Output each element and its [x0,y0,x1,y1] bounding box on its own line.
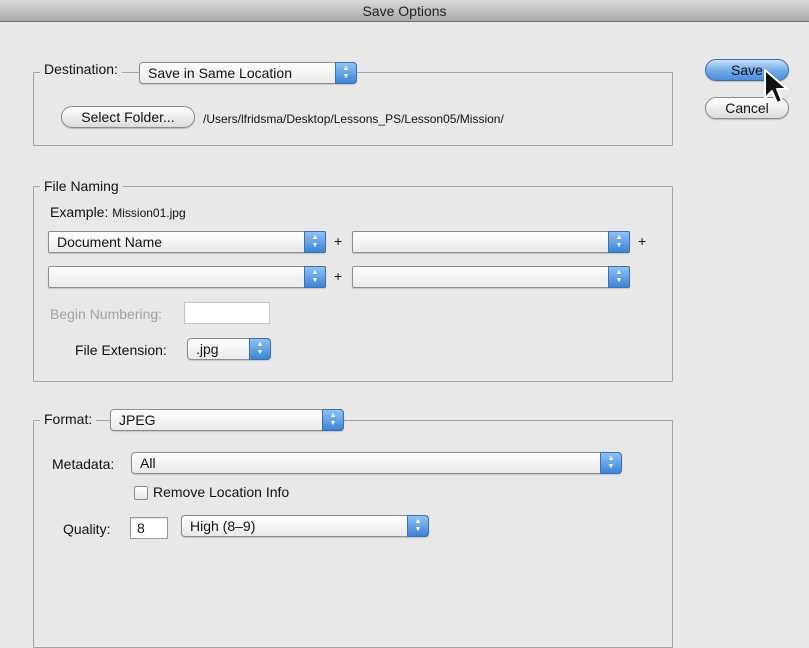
file-extension-popup[interactable]: .jpg ▲ ▼ [187,338,271,360]
destination-popup[interactable]: Save in Same Location ▲ ▼ [139,62,357,84]
destination-value: Save in Same Location [148,65,292,81]
plus-sign: + [638,233,647,249]
file-naming-legend: File Naming [40,178,123,194]
quality-label: Quality: [63,521,111,537]
example-row: Example: Mission01.jpg [50,204,186,220]
mouse-pointer-icon [764,69,788,104]
save-button-label: Save [731,62,763,78]
popup-arrows-icon: ▲ ▼ [249,338,271,360]
popup-arrows-icon: ▲ ▼ [407,515,429,537]
quality-field[interactable]: 8 [130,517,168,539]
select-folder-button[interactable]: Select Folder... [61,106,195,128]
file-extension-label: File Extension: [75,342,167,358]
metadata-popup[interactable]: All ▲ ▼ [131,452,622,474]
quality-popup[interactable]: High (8–9) ▲ ▼ [181,515,429,537]
popup-arrows-icon: ▲ ▼ [322,409,344,431]
metadata-value: All [140,455,156,471]
example-label: Example: [50,204,109,220]
remove-location-checkbox[interactable] [134,486,148,500]
naming-field-1[interactable]: Document Name ▲ ▼ [48,231,326,253]
popup-arrows-icon: ▲ ▼ [600,452,622,474]
naming-field-1-value: Document Name [57,234,163,250]
begin-numbering-label: Begin Numbering: [50,306,163,322]
begin-numbering-field[interactable] [184,302,270,324]
example-value: Mission01.jpg [112,206,186,220]
naming-field-2[interactable]: ▲ ▼ [352,231,630,253]
popup-arrows-icon: ▲ ▼ [608,231,630,253]
popup-arrows-icon: ▲ ▼ [335,62,357,84]
window-title: Save Options [362,3,447,19]
plus-sign: + [334,268,343,284]
plus-sign: + [334,233,343,249]
popup-arrows-icon: ▲ ▼ [304,266,326,288]
destination-path: /Users/lfridsma/Desktop/Lessons_PS/Lesso… [203,112,504,126]
format-label: Format: [44,411,93,427]
file-extension-value: .jpg [196,341,219,357]
naming-field-4[interactable]: ▲ ▼ [352,266,630,288]
quality-preset-value: High (8–9) [190,518,256,534]
format-legend: Format: [40,411,97,427]
destination-legend: Destination: [40,61,122,77]
file-naming-label: File Naming [44,178,119,194]
window-titlebar: Save Options [0,0,809,22]
save-options-dialog: Destination: Save in Same Location ▲ ▼ Se… [0,22,809,648]
remove-location-label: Remove Location Info [153,484,290,500]
format-popup[interactable]: JPEG ▲ ▼ [110,409,344,431]
select-folder-label: Select Folder... [81,109,175,125]
popup-arrows-icon: ▲ ▼ [608,266,630,288]
destination-label: Destination: [44,61,118,77]
naming-field-3[interactable]: ▲ ▼ [48,266,326,288]
metadata-label: Metadata: [52,456,115,472]
popup-arrows-icon: ▲ ▼ [304,231,326,253]
format-value: JPEG [119,412,156,428]
